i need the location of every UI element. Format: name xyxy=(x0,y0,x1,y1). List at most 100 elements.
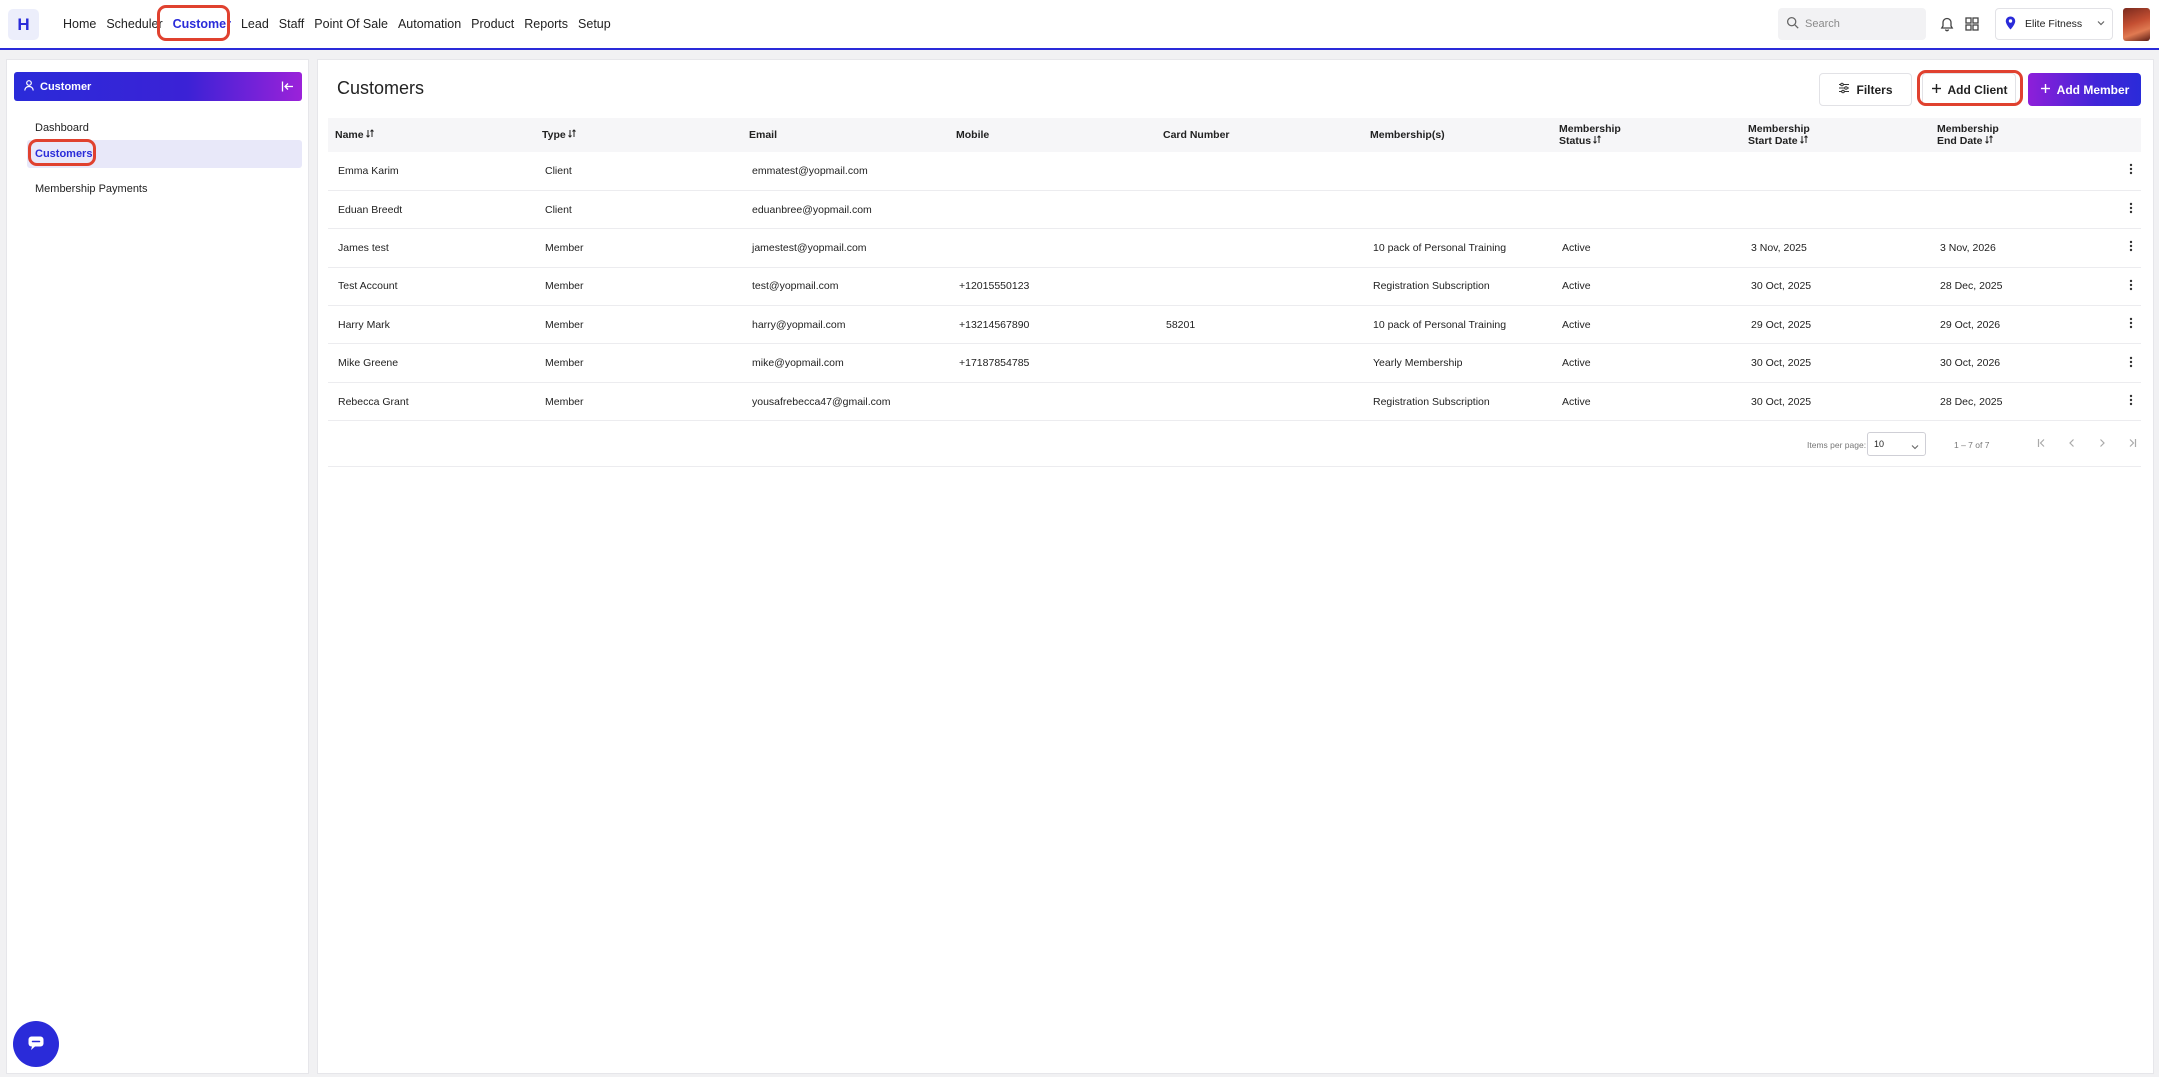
membership-start-date-cell: 30 Oct, 2025 xyxy=(1751,357,1812,370)
sidebar-item-membership-payments[interactable]: Membership Payments xyxy=(27,175,302,203)
mobile-cell xyxy=(949,382,1156,420)
column-header[interactable]: Membership Start Date xyxy=(1741,118,1930,152)
nav-product[interactable]: Product xyxy=(466,0,519,48)
sort-icon[interactable] xyxy=(1799,135,1808,147)
membership-status-cell: Active xyxy=(1562,357,1591,370)
more-vertical-icon[interactable] xyxy=(2129,356,2133,371)
more-vertical-icon[interactable] xyxy=(2129,202,2133,217)
column-header-label: Type xyxy=(542,129,566,141)
location-name: Elite Fitness xyxy=(2025,18,2083,30)
column-header-sublabel: Status xyxy=(1559,135,1592,147)
row-actions-cell xyxy=(2101,152,2141,190)
table-row[interactable]: Mike Greene Member mike@yopmail.com +171878… xyxy=(328,344,2141,383)
first-page-icon[interactable] xyxy=(2035,436,2049,450)
type-cell: Member xyxy=(545,280,584,293)
row-actions-cell xyxy=(2101,229,2141,267)
user-avatar[interactable] xyxy=(2123,8,2150,41)
nav-automation[interactable]: Automation xyxy=(393,0,466,48)
next-page-icon[interactable] xyxy=(2095,436,2109,450)
nav-staff[interactable]: Staff xyxy=(274,0,309,48)
column-header-label: Membership(s) xyxy=(1370,129,1445,141)
add-member-label: Add Member xyxy=(2056,82,2130,97)
card-number-cell xyxy=(1156,229,1363,267)
mobile-cell: +13214567890 xyxy=(959,318,1030,331)
membership-start-date-cell xyxy=(1741,152,1930,190)
nav-scheduler[interactable]: Scheduler xyxy=(101,0,167,48)
column-header-sublabel: Start Date xyxy=(1748,135,1798,147)
more-vertical-icon[interactable] xyxy=(2129,394,2133,409)
table-row[interactable]: Test Account Member test@yopmail.com +12015… xyxy=(328,267,2141,306)
membership-status-cell: Active xyxy=(1562,318,1591,331)
nav-customer[interactable]: Customer xyxy=(168,0,236,48)
items-per-page-select[interactable]: 10 xyxy=(1867,432,1926,456)
email-cell: yousafrebecca47@gmail.com xyxy=(752,395,891,408)
row-actions-cell xyxy=(2101,344,2141,382)
sidebar-title: Customer xyxy=(40,80,92,93)
column-header-label: Email xyxy=(749,129,778,141)
name-cell: Test Account xyxy=(338,280,398,293)
table-row[interactable]: James test Member jamestest@yopmail.com 10 … xyxy=(328,229,2141,268)
row-actions-cell xyxy=(2101,382,2141,420)
nav-home[interactable]: Home xyxy=(58,0,101,48)
type-cell: Member xyxy=(545,318,584,331)
bell-icon[interactable] xyxy=(1938,15,1956,33)
app-logo[interactable]: H xyxy=(8,9,39,40)
location-selector[interactable]: Elite Fitness xyxy=(1995,8,2113,40)
plus-icon xyxy=(2040,83,2057,97)
nav-point-of-sale[interactable]: Point Of Sale xyxy=(309,0,393,48)
more-vertical-icon[interactable] xyxy=(2129,241,2133,255)
table-row[interactable]: Harry Mark Member harry@yopmail.com +132145… xyxy=(328,306,2141,344)
sort-icon[interactable] xyxy=(365,129,374,141)
membership-status-cell: Active xyxy=(1562,280,1591,293)
add-member-button[interactable]: Add Member xyxy=(2028,73,2141,106)
column-header: Card Number xyxy=(1156,118,1363,152)
name-cell: Mike Greene xyxy=(338,357,399,370)
search-box[interactable] xyxy=(1778,8,1926,40)
column-header: Mobile xyxy=(949,118,1156,152)
table-row[interactable]: Eduan Breedt Client eduanbree@yopmail.com xyxy=(328,190,2141,229)
sort-icon[interactable] xyxy=(1593,135,1601,147)
filters-button[interactable]: Filters xyxy=(1819,73,1912,106)
email-cell: mike@yopmail.com xyxy=(752,357,844,370)
membership-start-date-cell: 29 Oct, 2025 xyxy=(1751,318,1812,331)
card-number-cell xyxy=(1156,152,1363,190)
table-row[interactable]: Rebecca Grant Member yousafrebecca47@gmail… xyxy=(328,382,2141,421)
email-cell: jamestest@yopmail.com xyxy=(752,241,867,254)
collapse-sidebar-icon[interactable] xyxy=(281,80,294,96)
chat-button[interactable] xyxy=(13,1021,59,1067)
search-icon xyxy=(1786,16,1799,32)
row-actions-cell xyxy=(2101,190,2141,228)
sort-icon[interactable] xyxy=(1984,135,1993,147)
main-panel: Customers Filters Add Client Add Member … xyxy=(317,59,2154,1074)
sidebar-item-customers[interactable]: Customers xyxy=(27,140,302,168)
customers-table: Name Type Email Mobile Card Number Membership… xyxy=(328,118,2141,421)
more-vertical-icon[interactable] xyxy=(2129,279,2133,294)
sidebar-item-dashboard[interactable]: Dashboard xyxy=(27,114,302,142)
more-vertical-icon[interactable] xyxy=(2129,318,2133,332)
membership-start-date-cell: 30 Oct, 2025 xyxy=(1751,280,1812,293)
column-header[interactable]: Membership Status xyxy=(1552,118,1741,152)
search-input[interactable] xyxy=(1805,18,1915,30)
chat-icon xyxy=(27,1035,45,1054)
nav-reports[interactable]: Reports xyxy=(519,0,573,48)
table-row[interactable]: Emma Karim Client emmatest@yopmail.com xyxy=(328,152,2141,191)
apps-grid-icon[interactable] xyxy=(1963,15,1981,33)
membership-start-date-cell: 3 Nov, 2025 xyxy=(1751,241,1807,254)
more-vertical-icon[interactable] xyxy=(2129,164,2133,178)
column-header: Email xyxy=(742,118,949,152)
sort-icon[interactable] xyxy=(567,129,576,141)
membership-status-cell: Active xyxy=(1562,241,1591,254)
membership-end-date-cell: 30 Oct, 2026 xyxy=(1940,357,2001,370)
prev-page-icon[interactable] xyxy=(2065,436,2079,450)
memberships-cell: Registration Subscription xyxy=(1373,395,1490,408)
column-header: Membership(s) xyxy=(1363,118,1552,152)
column-header[interactable]: Type xyxy=(535,118,742,152)
column-header[interactable]: Name xyxy=(328,118,535,152)
last-page-icon[interactable] xyxy=(2125,436,2139,450)
column-header[interactable]: Membership End Date xyxy=(1930,118,2101,152)
nav-lead[interactable]: Lead xyxy=(236,0,274,48)
nav-setup[interactable]: Setup xyxy=(573,0,616,48)
mobile-cell xyxy=(949,229,1156,267)
add-client-button[interactable]: Add Client xyxy=(1922,73,2016,106)
email-cell: test@yopmail.com xyxy=(752,280,839,293)
